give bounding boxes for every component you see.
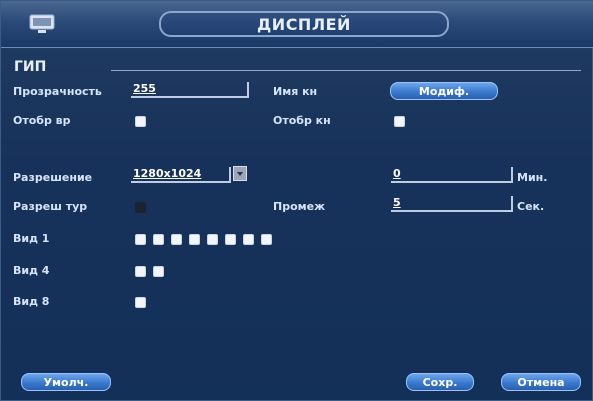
view8-checkbox[interactable] xyxy=(135,297,146,308)
section-divider xyxy=(111,70,581,71)
cancel-button[interactable]: Отмена xyxy=(501,373,581,391)
show-time-checkbox[interactable] xyxy=(135,116,146,127)
show-channel-checkbox[interactable] xyxy=(394,116,405,127)
view1-checkbox[interactable] xyxy=(189,234,200,245)
view1-checkbox[interactable] xyxy=(135,234,146,245)
view1-checkbox[interactable] xyxy=(225,234,236,245)
window-title: ДИСПЛЕЙ xyxy=(159,11,449,37)
view1-checkbox[interactable] xyxy=(153,234,164,245)
display-settings-window: ДИСПЛЕЙ ГИП Прозрачность 255 Имя кн Моди… xyxy=(0,0,593,401)
minutes-unit: Мин. xyxy=(517,171,548,184)
transparency-field[interactable]: 255 xyxy=(131,82,249,98)
view1-label: Вид 1 xyxy=(13,232,50,245)
section-label: ГИП xyxy=(14,59,47,75)
interval-field[interactable]: 5 xyxy=(391,196,513,212)
view1-checkbox[interactable] xyxy=(171,234,182,245)
chevron-down-icon[interactable] xyxy=(233,166,247,181)
resolution-label: Разрешение xyxy=(13,171,93,184)
view4-checkbox[interactable] xyxy=(153,266,164,277)
monitor-icon xyxy=(29,14,55,33)
tour-label: Разреш тур xyxy=(13,200,88,213)
resolution-select[interactable]: 1280x1024 xyxy=(131,167,231,183)
view4-checkbox[interactable] xyxy=(135,266,146,277)
modify-button[interactable]: Модиф. xyxy=(390,82,498,100)
default-button[interactable]: Умолч. xyxy=(21,373,111,391)
transparency-label: Прозрачность xyxy=(13,85,102,98)
save-button[interactable]: Сохр. xyxy=(406,373,474,391)
view4-label: Вид 4 xyxy=(13,264,50,277)
view1-checkbox[interactable] xyxy=(261,234,272,245)
show-time-label: Отобр вр xyxy=(13,114,71,127)
interval-label: Промеж xyxy=(273,200,326,213)
interval-unit: Сек. xyxy=(517,200,545,213)
tour-checkbox[interactable] xyxy=(135,202,146,213)
title-bar: ДИСПЛЕЙ xyxy=(1,1,593,48)
show-channel-label: Отобр кн xyxy=(273,114,331,127)
view8-label: Вид 8 xyxy=(13,295,50,308)
channel-name-label: Имя кн xyxy=(273,85,318,98)
view1-checkbox[interactable] xyxy=(207,234,218,245)
minutes-field[interactable]: 0 xyxy=(391,167,513,183)
view1-checkbox[interactable] xyxy=(243,234,254,245)
